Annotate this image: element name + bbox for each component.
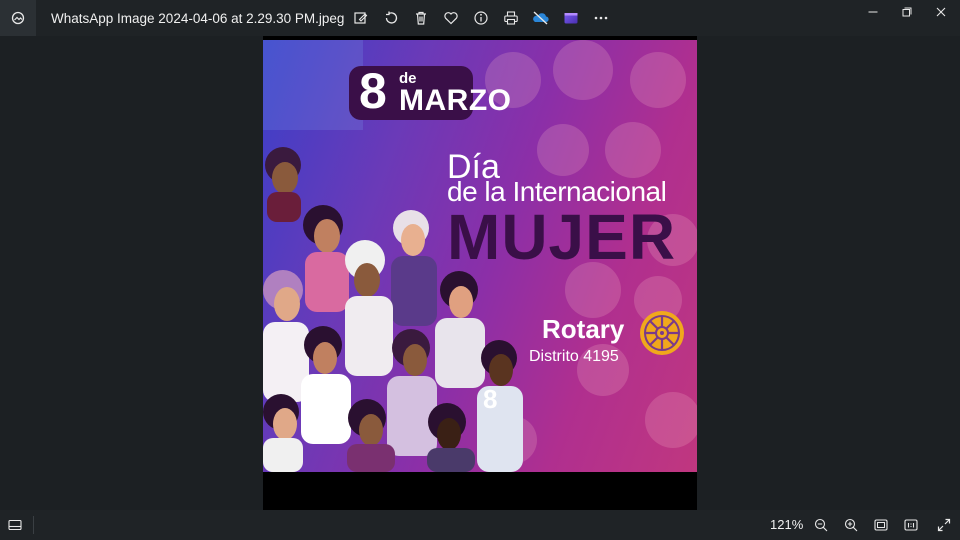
minimize-button[interactable] <box>856 0 890 24</box>
favorite-icon[interactable] <box>441 8 461 28</box>
file-name-title: WhatsApp Image 2024-04-06 at 2.29.30 PM.… <box>51 11 345 26</box>
zoom-level[interactable]: 121% <box>770 517 803 532</box>
close-button[interactable] <box>924 0 958 24</box>
photos-app-icon[interactable] <box>0 0 36 36</box>
onedrive-icon[interactable] <box>531 8 551 28</box>
rotate-icon[interactable] <box>381 8 401 28</box>
zoom-in-icon[interactable] <box>842 516 860 534</box>
status-divider <box>33 516 34 534</box>
delete-icon[interactable] <box>411 8 431 28</box>
status-bar: 121% <box>0 510 960 540</box>
image-viewport[interactable]: 8 8 de MARZO Día de la Internacional MUJ… <box>0 36 960 510</box>
info-icon[interactable] <box>471 8 491 28</box>
rotary-name: Rotary <box>542 314 625 344</box>
more-options-icon[interactable] <box>591 8 611 28</box>
restore-button[interactable] <box>890 0 924 24</box>
rotary-wheel-logo <box>640 311 684 355</box>
print-icon[interactable] <box>501 8 521 28</box>
date-number: 8 <box>359 63 387 119</box>
full-screen-icon[interactable] <box>935 516 953 534</box>
photo-black-bar <box>263 472 697 510</box>
photo-canvas[interactable]: 8 8 de MARZO Día de la Internacional MUJ… <box>263 36 697 510</box>
jersey-number: 8 <box>483 384 498 414</box>
clipchamp-icon[interactable] <box>561 8 581 28</box>
date-month: MARZO <box>399 84 512 117</box>
actual-size-icon[interactable] <box>902 516 920 534</box>
womens-day-poster: 8 8 de MARZO Día de la Internacional MUJ… <box>263 40 697 472</box>
rotary-district: Distrito 4195 <box>529 348 619 365</box>
zoom-out-icon[interactable] <box>812 516 830 534</box>
filmstrip-toggle-icon[interactable] <box>6 516 24 534</box>
title-bar: WhatsApp Image 2024-04-06 at 2.29.30 PM.… <box>0 0 960 36</box>
fit-to-window-icon[interactable] <box>872 516 890 534</box>
edit-image-icon[interactable] <box>351 8 371 28</box>
poster-title-line3: MUJER <box>447 201 677 273</box>
